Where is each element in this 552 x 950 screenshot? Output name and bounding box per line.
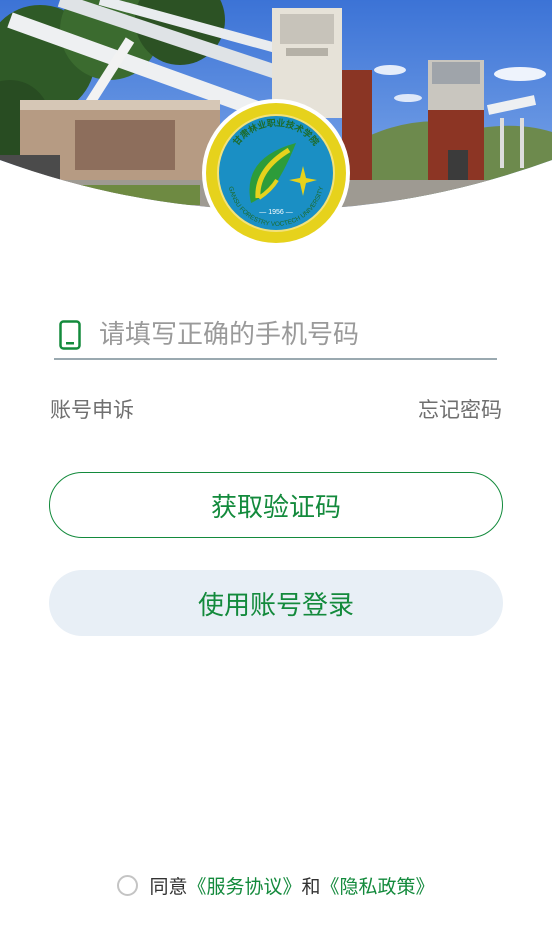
privacy-policy-link[interactable]: 《隐私政策》 [321,872,435,899]
agree-prefix-text: 同意 [149,876,188,898]
agreement-row: 同意 《服务协议》 和 《隐私政策》 [0,872,552,899]
get-verification-code-button[interactable]: 获取验证码 [49,472,503,538]
svg-text:— 1956 —: — 1956 — [259,209,292,216]
forgot-password-link[interactable]: 忘记密码 [418,394,502,424]
phone-field [54,312,497,360]
account-appeal-link[interactable]: 账号申诉 [50,394,134,424]
mobile-phone-icon [59,320,81,350]
account-login-button[interactable]: 使用账号登录 [49,570,503,636]
agree-and-text: 和 [301,876,321,898]
phone-number-input[interactable] [99,313,479,357]
school-logo: — 1956 — 甘肃林业职业技术学院 GANSU FORESTRY VOCTE… [201,98,351,248]
agree-radio[interactable] [117,875,139,896]
logo-year: 1956 [268,209,284,216]
service-agreement-link[interactable]: 《服务协议》 [187,872,301,899]
